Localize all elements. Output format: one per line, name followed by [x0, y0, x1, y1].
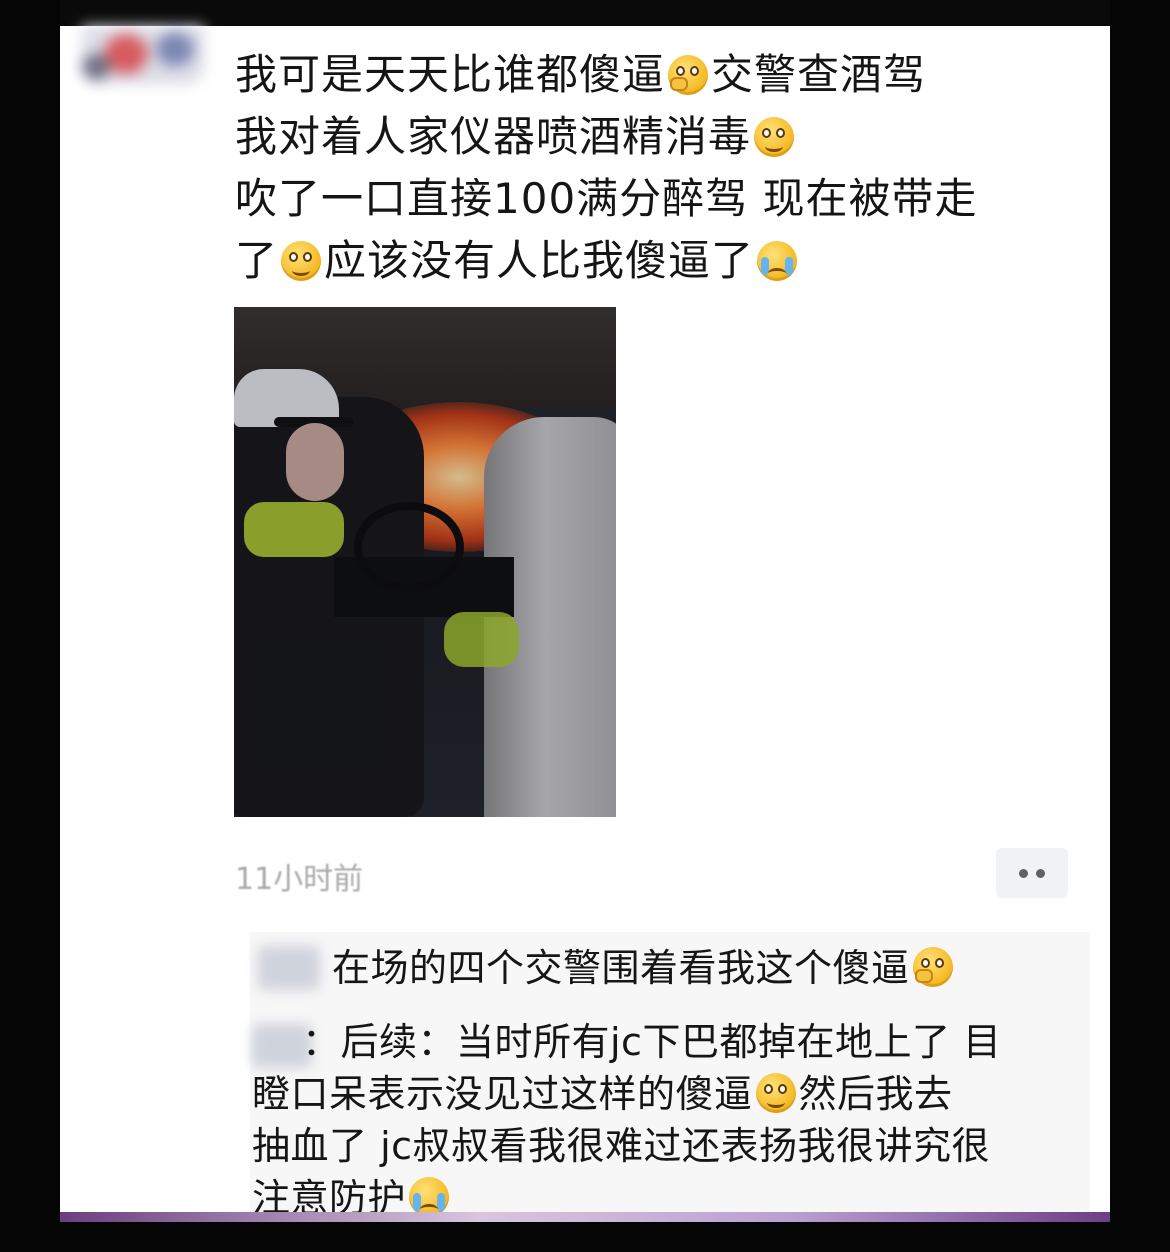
- comment-2-line-2-part-1: 瞪口呆表示没见过这样的傻逼: [252, 1072, 753, 1116]
- post-line-4: 了应该没有人比我傻逼了: [235, 230, 1095, 292]
- crying-emoji-icon: [757, 241, 798, 281]
- post-line-1-part-1: 我可是天天比谁都傻逼: [235, 50, 666, 99]
- comment-2-line-1: ：后续：当时所有jc下巴都掉在地上了 目: [302, 1020, 1002, 1064]
- post-timestamp: 11小时前: [235, 862, 364, 897]
- post-text: 我可是天天比谁都傻逼 交警查酒驾 我对着人家仪器喷酒精消毒 吹了一口直接100满分…: [235, 44, 1095, 292]
- hand-over-mouth-emoji-icon: [668, 55, 709, 95]
- post-line-3-text: 吹了一口直接100满分醉驾 现在被带走: [235, 174, 978, 223]
- smile-emoji-icon: [754, 117, 795, 157]
- top-frame: [60, 0, 1110, 26]
- more-dot-icon: [1036, 868, 1045, 878]
- smile-emoji-icon: [281, 241, 322, 281]
- comment-2-line-3: 抽血了 jc叔叔看我很难过还表扬我很讲究很: [252, 1124, 991, 1168]
- blurred-avatar[interactable]: [82, 26, 204, 84]
- post-line-3: 吹了一口直接100满分醉驾 现在被带走: [235, 168, 1095, 230]
- left-frame: [0, 0, 60, 1252]
- post-line-2: 我对着人家仪器喷酒精消毒: [235, 106, 1095, 168]
- police-car-interior-photo[interactable]: [234, 307, 616, 817]
- post-line-4-part-1: 了: [235, 236, 279, 285]
- blurred-commenter-name[interactable]: [258, 946, 320, 990]
- smile-emoji-icon: [755, 1073, 796, 1113]
- crying-emoji-icon: [409, 1177, 450, 1217]
- hand-over-mouth-emoji-icon: [912, 947, 953, 987]
- comment-2-line-2-part-2: 然后我去: [798, 1072, 953, 1116]
- post-line-1-part-2: 交警查酒驾: [711, 50, 927, 99]
- comment-2[interactable]: ：后续：当时所有jc下巴都掉在地上了 目 瞪口呆表示没见过这样的傻逼 然后我去 抽…: [252, 1016, 1082, 1224]
- bottom-frame: [0, 1222, 1170, 1252]
- post-line-2-text: 我对着人家仪器喷酒精消毒: [235, 112, 752, 161]
- comment-2-line-2: 瞪口呆表示没见过这样的傻逼 然后我去: [252, 1068, 1082, 1120]
- comment-1[interactable]: 在场的四个交警围着看我这个傻逼: [332, 942, 956, 994]
- comments-section: 在场的四个交警围着看我这个傻逼 ：后续：当时所有jc下巴都掉在地上了 目 瞪口呆…: [250, 932, 1090, 1220]
- more-options-button[interactable]: [996, 848, 1068, 898]
- right-frame: [1110, 0, 1170, 1252]
- moments-post: 我可是天天比谁都傻逼 交警查酒驾 我对着人家仪器喷酒精消毒 吹了一口直接100满分…: [60, 26, 1110, 1220]
- post-line-1: 我可是天天比谁都傻逼 交警查酒驾: [235, 44, 1095, 106]
- more-dot-icon: [1019, 868, 1028, 878]
- post-line-4-part-2: 应该没有人比我傻逼了: [324, 236, 755, 285]
- comment-1-text: 在场的四个交警围着看我这个傻逼: [332, 946, 910, 990]
